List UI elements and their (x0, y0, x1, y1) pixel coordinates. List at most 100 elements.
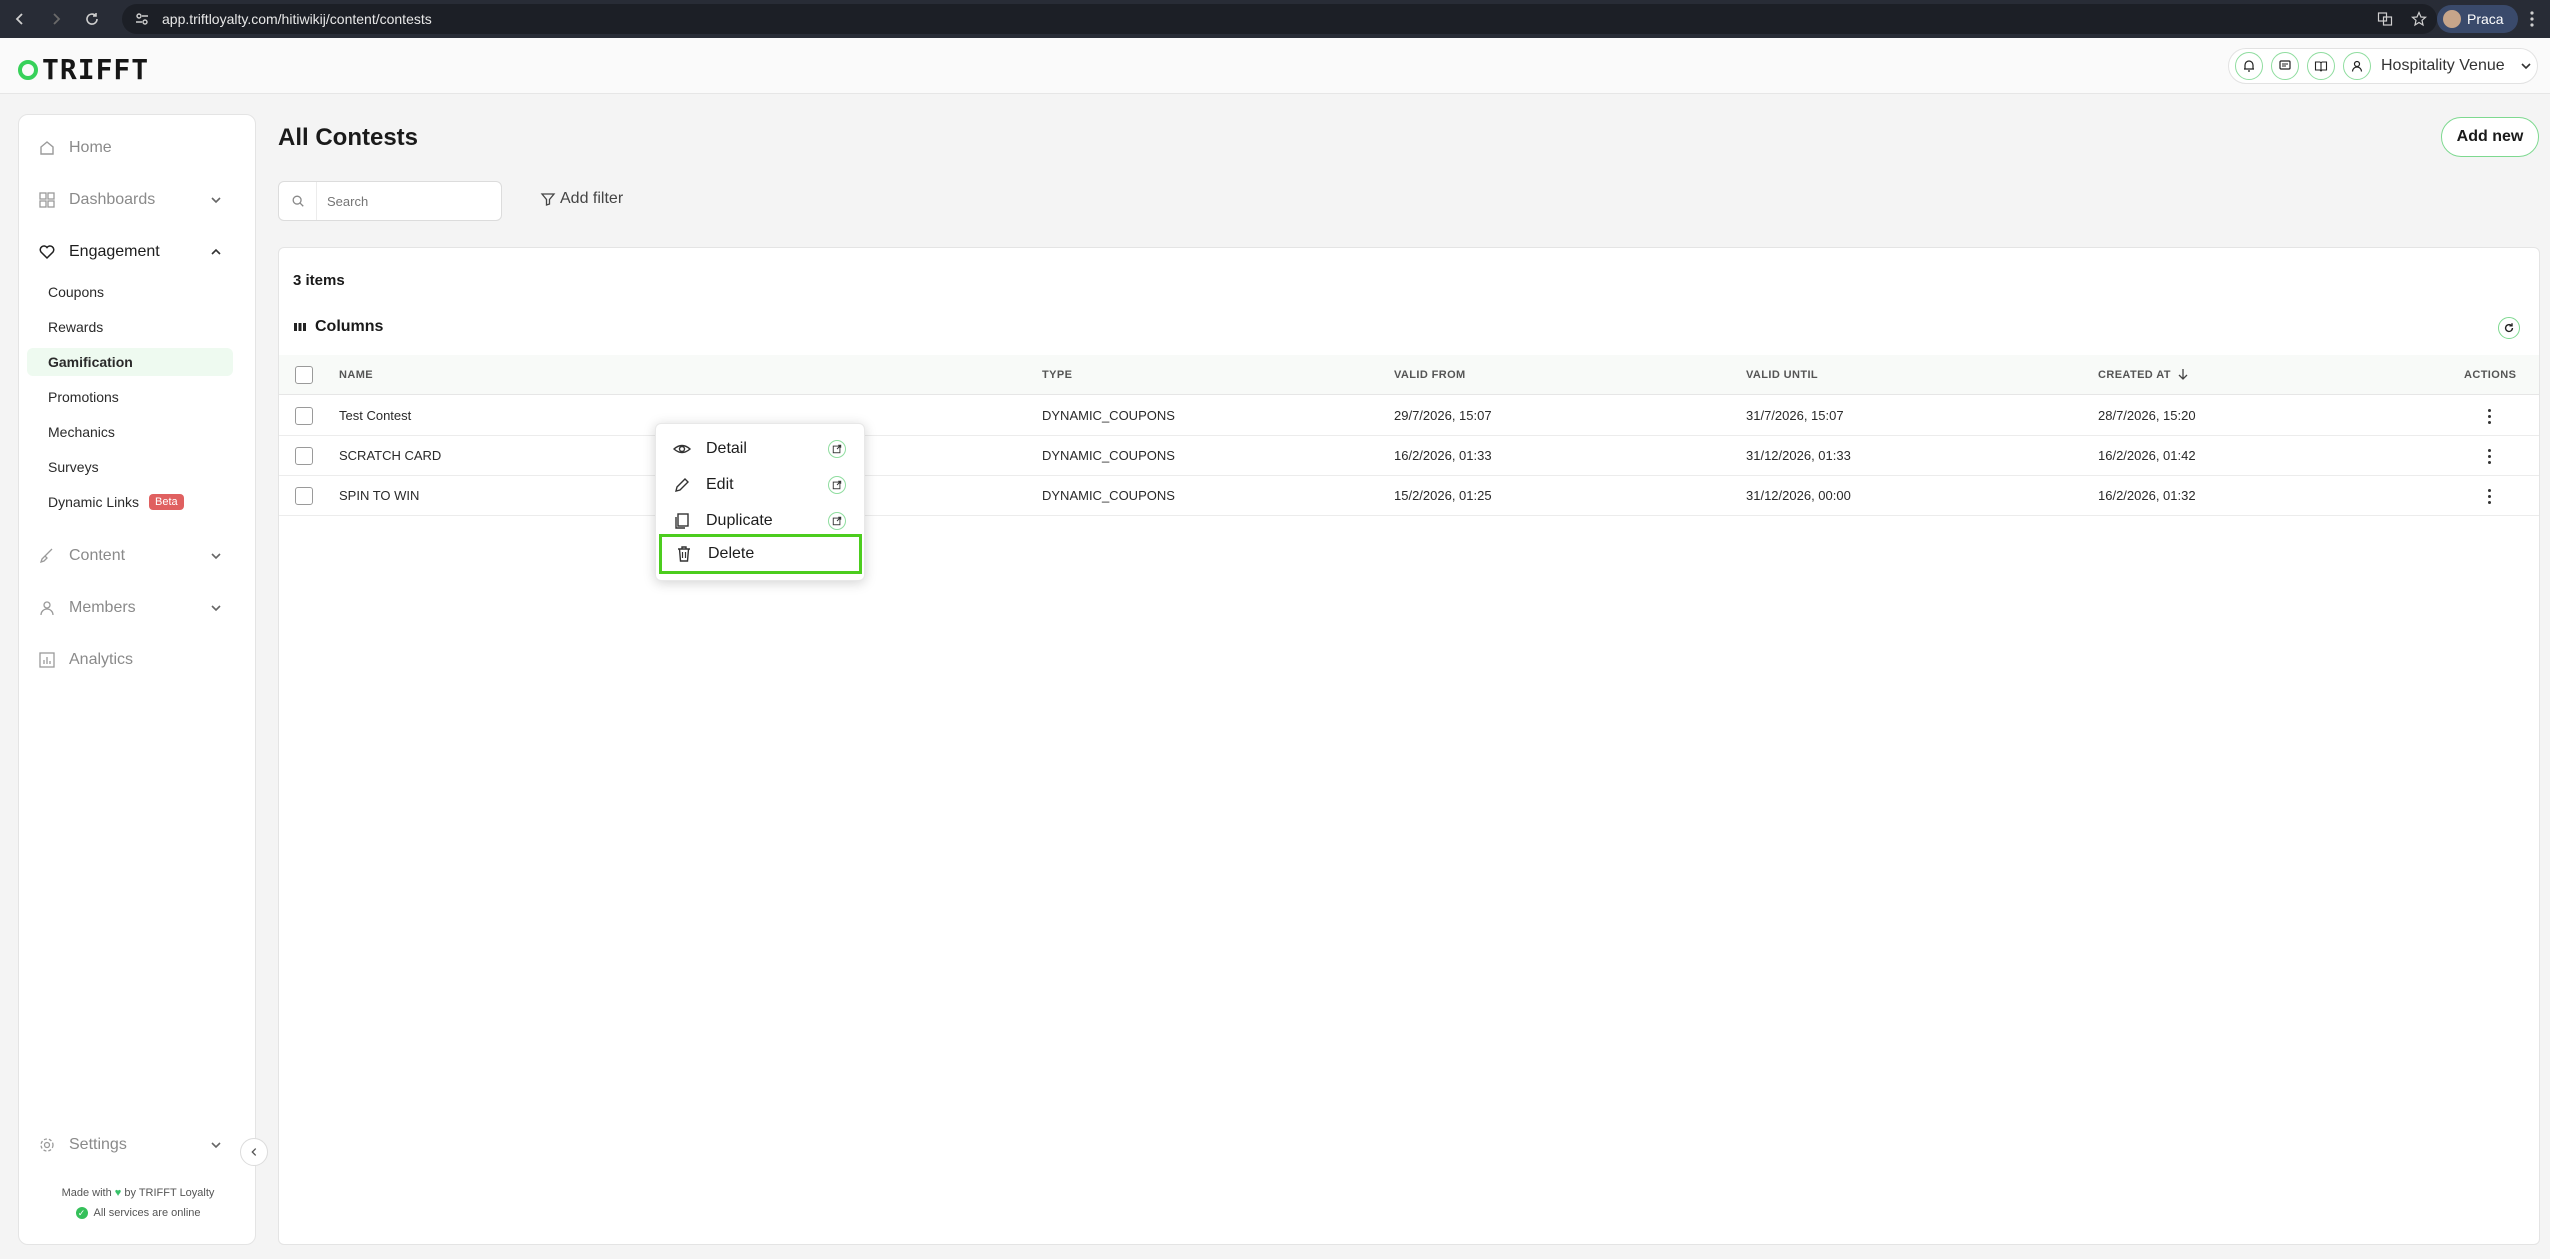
brush-icon (37, 546, 57, 566)
sidebar-item-dashboards[interactable]: Dashboards (19, 183, 257, 217)
bell-icon[interactable] (2235, 52, 2263, 80)
sidebar-item-mechanics[interactable]: Mechanics (27, 418, 233, 446)
cell-created-at: 16/2/2026, 01:42 (2098, 448, 2196, 463)
open-in-new-icon[interactable] (828, 440, 846, 458)
sidebar-item-rewards[interactable]: Rewards (27, 313, 233, 341)
collapse-sidebar-button[interactable] (240, 1138, 268, 1166)
search-input[interactable] (327, 193, 487, 209)
row-checkbox[interactable] (295, 407, 313, 425)
venue-selector[interactable]: Hospitality Venue (2381, 57, 2505, 75)
column-header-valid-from[interactable]: VALID FROM (1394, 369, 1466, 381)
sort-descending-icon[interactable] (2177, 368, 2189, 380)
sidebar-item-members[interactable]: Members (19, 591, 257, 625)
cell-type: DYNAMIC_COUPONS (1042, 488, 1175, 503)
select-all-checkbox[interactable] (295, 366, 313, 384)
sidebar-item-home[interactable]: Home (19, 131, 257, 165)
table-row[interactable]: Test Contest DYNAMIC_COUPONS 29/7/2026, … (279, 396, 2539, 436)
column-header-actions: ACTIONS (2464, 369, 2517, 381)
row-actions-menu-icon[interactable] (2479, 486, 2499, 506)
columns-button[interactable]: Columns (293, 318, 383, 336)
footer-by: by TRIFFT Loyalty (124, 1187, 215, 1199)
chart-icon (37, 650, 57, 670)
row-actions-menu-icon[interactable] (2479, 406, 2499, 426)
sidebar-item-label: Analytics (69, 651, 134, 668)
refresh-button[interactable] (2498, 317, 2520, 339)
column-header-valid-until[interactable]: VALID UNTIL (1746, 369, 1818, 381)
user-account-icon[interactable] (2343, 52, 2371, 80)
logo-text: TRIFFT (42, 53, 150, 86)
forward-icon[interactable] (42, 5, 70, 33)
row-actions-menu-icon[interactable] (2479, 446, 2499, 466)
cell-valid-until: 31/12/2026, 01:33 (1746, 448, 1851, 463)
translate-icon[interactable] (2375, 9, 2395, 29)
sidebar-item-gamification[interactable]: Gamification (27, 348, 233, 376)
menu-item-detail[interactable]: Detail (660, 432, 860, 466)
sidebar: Home Dashboards Engagement Coupons Rewar… (18, 114, 256, 1245)
row-checkbox[interactable] (295, 447, 313, 465)
check-circle-icon: ✓ (75, 1207, 88, 1219)
sidebar-item-settings[interactable]: Settings (19, 1128, 257, 1162)
sidebar-item-label: Members (69, 599, 136, 616)
search-icon (279, 182, 317, 220)
cell-valid-from: 16/2/2026, 01:33 (1394, 448, 1492, 463)
column-header-name[interactable]: NAME (339, 369, 373, 381)
site-settings-icon[interactable] (134, 11, 150, 27)
menu-item-duplicate[interactable]: Duplicate (660, 504, 860, 538)
cell-type: DYNAMIC_COUPONS (1042, 408, 1175, 423)
filter-icon (540, 193, 556, 206)
search-box (278, 181, 502, 221)
browser-menu-icon[interactable] (2522, 9, 2542, 29)
browser-toolbar: app.triftloyalty.com/hitiwikij/content/c… (0, 0, 2550, 38)
sidebar-item-content[interactable]: Content (19, 539, 257, 573)
add-filter-label: Add filter (560, 190, 624, 207)
cell-name: SPIN TO WIN (339, 488, 420, 503)
sidebar-item-label: Dynamic Links (48, 494, 140, 510)
menu-item-edit[interactable]: Edit (660, 468, 860, 502)
status-text: All services are online (93, 1207, 201, 1219)
menu-item-label: Duplicate (706, 512, 773, 529)
logo[interactable]: TRIFFT (18, 53, 149, 86)
sidebar-item-coupons[interactable]: Coupons (27, 278, 233, 306)
row-checkbox[interactable] (295, 487, 313, 505)
chevron-down-icon (211, 1142, 221, 1149)
cell-valid-until: 31/7/2026, 15:07 (1746, 408, 1844, 423)
sidebar-item-engagement[interactable]: Engagement (19, 235, 257, 269)
add-new-button[interactable]: Add new (2441, 117, 2539, 157)
cell-valid-from: 15/2/2026, 01:25 (1394, 488, 1492, 503)
cell-created-at: 16/2/2026, 01:32 (2098, 488, 2196, 503)
menu-item-delete[interactable]: Delete (659, 534, 862, 574)
chevron-down-icon[interactable] (2519, 59, 2533, 73)
sidebar-item-label: Settings (69, 1136, 127, 1153)
table-row[interactable]: SPIN TO WIN DYNAMIC_COUPONS 15/2/2026, 0… (279, 476, 2539, 516)
column-header-created-at[interactable]: CREATED AT (2098, 369, 2171, 381)
columns-icon (294, 323, 306, 331)
reload-icon[interactable] (78, 5, 106, 33)
profile-button[interactable]: Praca (2437, 5, 2518, 33)
gear-icon (37, 1135, 57, 1155)
sidebar-item-analytics[interactable]: Analytics (19, 643, 257, 677)
back-icon[interactable] (6, 5, 34, 33)
book-icon[interactable] (2307, 52, 2335, 80)
chat-icon[interactable] (2271, 52, 2299, 80)
page-title: All Contests (278, 124, 419, 151)
chevron-left-icon (251, 1148, 257, 1156)
cell-created-at: 28/7/2026, 15:20 (2098, 408, 2196, 423)
open-in-new-icon[interactable] (828, 512, 846, 530)
sidebar-footer: Made with ♥ by TRIFFT Loyalty ✓ All serv… (19, 1187, 257, 1219)
user-icon (37, 598, 57, 618)
refresh-icon (2504, 323, 2514, 333)
table-row[interactable]: SCRATCH CARD DYNAMIC_COUPONS 16/2/2026, … (279, 436, 2539, 476)
sidebar-item-surveys[interactable]: Surveys (27, 453, 233, 481)
logo-ring-icon (18, 59, 38, 80)
column-header-type[interactable]: TYPE (1042, 369, 1072, 381)
add-filter-button[interactable]: Add filter (540, 190, 623, 208)
sidebar-item-promotions[interactable]: Promotions (27, 383, 233, 411)
footer-made-with: Made with (61, 1187, 112, 1199)
items-count: 3 items (293, 272, 345, 289)
avatar (2443, 10, 2461, 28)
cell-name: Test Contest (339, 408, 412, 423)
sidebar-item-dynamic-links[interactable]: Dynamic Links Beta (27, 488, 233, 516)
address-bar[interactable]: app.triftloyalty.com/hitiwikij/content/c… (122, 4, 2437, 34)
bookmark-star-icon[interactable] (2409, 9, 2429, 29)
open-in-new-icon[interactable] (828, 476, 846, 494)
